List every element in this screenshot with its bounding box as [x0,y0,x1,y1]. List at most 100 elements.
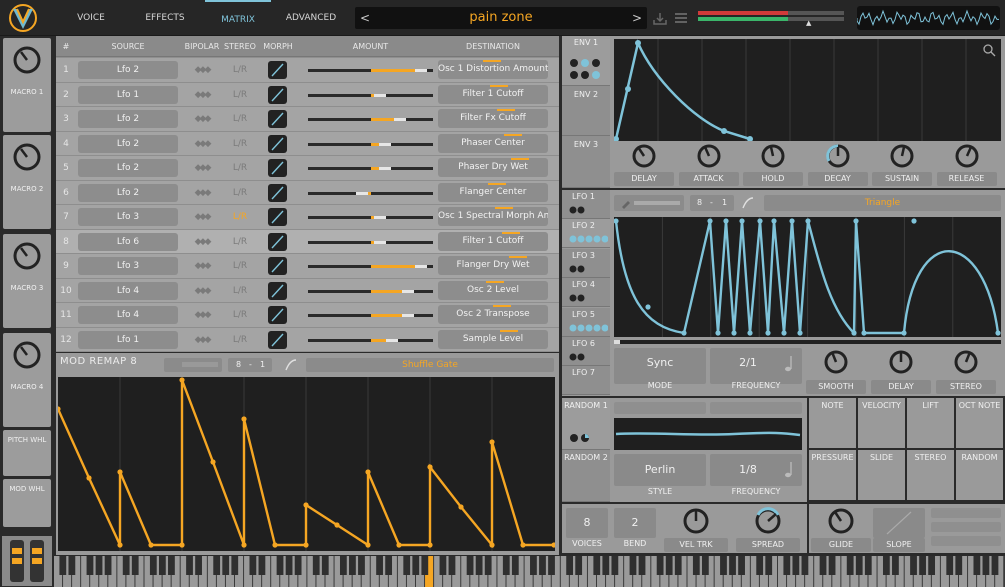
keytrack-source-velocity[interactable]: VELOCITY [858,398,905,448]
morph-curve-button[interactable] [268,257,287,275]
remap-grid-x[interactable]: 8 [236,358,241,372]
source-selector[interactable]: Lfo 4 [78,281,178,300]
bipolar-toggle[interactable]: ◆◆◆ [182,132,222,156]
glide-option-3-toggle[interactable] [931,536,1001,546]
tab-lfo-7[interactable]: LFO 7 [562,366,610,396]
lfo-knob[interactable] [950,348,982,376]
black-key[interactable] [539,556,546,575]
black-key[interactable] [729,556,736,575]
black-key[interactable] [294,556,302,575]
voices-control[interactable]: 8 [566,508,608,538]
morph-curve-button[interactable] [268,208,287,226]
black-key[interactable] [321,556,329,575]
morph-curve-button[interactable] [268,134,287,153]
preset-selector[interactable]: pain zone < > [355,7,647,29]
black-key[interactable] [819,556,827,575]
black-key[interactable] [158,556,166,575]
stereo-toggle[interactable]: L/R [224,254,256,278]
stereo-toggle[interactable]: L/R [224,83,256,107]
keytrack-source-oct-note[interactable]: OCT NOTE [956,398,1003,448]
morph-curve-button[interactable] [268,159,287,177]
black-key[interactable] [720,556,727,575]
menu-icon[interactable] [673,11,689,25]
black-key[interactable] [656,556,664,575]
black-key[interactable] [801,556,809,575]
glide-option-2-toggle[interactable] [931,522,1001,532]
black-key[interactable] [701,556,709,575]
morph-curve-button[interactable] [268,110,287,128]
black-key[interactable] [530,556,537,575]
stereo-toggle[interactable]: L/R [224,58,256,82]
black-key[interactable] [376,556,383,575]
black-key[interactable] [312,556,320,575]
source-selector[interactable]: Lfo 6 [78,232,178,251]
black-key[interactable] [95,556,103,575]
black-key[interactable] [991,556,999,575]
destination-selector[interactable]: Phaser Center [438,133,548,153]
random-stereo-toggle[interactable] [710,402,802,414]
macro-3-knob[interactable] [11,240,43,272]
morph-curve-button[interactable] [268,281,287,300]
source-selector[interactable]: Lfo 1 [78,330,178,349]
lfo-grid-control[interactable]: 8 - 1 [690,195,734,211]
bipolar-toggle[interactable]: ◆◆◆ [182,279,222,303]
remap-curve-editor[interactable] [55,377,557,551]
remap-preset-selector[interactable]: Shuffle Gate [306,358,554,372]
amount-slider[interactable] [308,118,433,121]
source-selector[interactable]: Lfo 4 [78,306,178,324]
black-key[interactable] [484,556,492,575]
random-1-drag-icon[interactable] [568,432,592,444]
lfo-drag-icon[interactable] [568,204,608,216]
tab-env-2[interactable]: ENV 2 [562,86,610,136]
black-key[interactable] [412,556,420,575]
glide-knob[interactable] [825,507,857,537]
random-style-selector[interactable]: Perlin [614,454,706,486]
lfo-preset-selector[interactable]: Triangle [764,195,1001,211]
black-key[interactable] [403,556,411,575]
keytrack-source-note[interactable]: NOTE [809,398,856,448]
lfo-drag-icon[interactable] [568,263,608,275]
note-icon[interactable] [782,354,796,374]
stereo-toggle[interactable]: L/R [224,132,256,156]
tab-lfo-4[interactable]: LFO 4 [562,278,610,308]
amount-slider[interactable] [308,289,433,293]
lfo-drag-icon[interactable] [568,351,608,363]
tab-random-1[interactable]: RANDOM 1 [562,398,610,450]
black-key[interactable] [611,556,619,575]
source-selector[interactable]: Lfo 3 [78,257,178,275]
lfo-drag-icon[interactable] [568,292,608,304]
black-key[interactable] [131,556,139,575]
amount-slider[interactable] [308,167,433,170]
black-key[interactable] [502,556,510,575]
black-key[interactable] [231,556,239,575]
black-key[interactable] [68,556,76,575]
black-key[interactable] [511,556,519,575]
black-key[interactable] [86,556,94,575]
vel-trk-knob[interactable] [680,507,712,537]
destination-selector[interactable]: Phaser Dry Wet [438,158,548,177]
black-key[interactable] [593,556,601,575]
black-key[interactable] [738,556,745,575]
source-selector[interactable]: Lfo 1 [78,85,178,104]
random-frequency-control[interactable]: 1/8 [710,454,802,486]
black-key[interactable] [575,556,583,575]
lfo-preset-name[interactable]: Triangle [764,195,1001,211]
macro-2-label[interactable]: MACRO 2 [3,185,51,193]
amount-slider[interactable] [308,191,433,195]
morph-curve-button[interactable] [268,183,287,202]
black-key[interactable] [910,556,917,575]
macro-2-knob[interactable] [11,141,43,173]
tab-effects[interactable]: EFFECTS [134,0,196,36]
black-key[interactable] [955,556,963,575]
source-selector[interactable]: Lfo 2 [78,110,178,128]
black-key[interactable] [792,556,800,575]
lfo-knob[interactable] [820,348,852,376]
bipolar-toggle[interactable]: ◆◆◆ [182,58,222,82]
black-key[interactable] [602,556,610,575]
pitch-wheel[interactable] [10,540,24,582]
black-key[interactable] [928,556,936,575]
lfo-phase-bar[interactable] [614,340,1001,344]
env-knob[interactable] [886,142,918,170]
source-selector[interactable]: Lfo 2 [78,61,178,79]
black-key[interactable] [122,556,130,575]
